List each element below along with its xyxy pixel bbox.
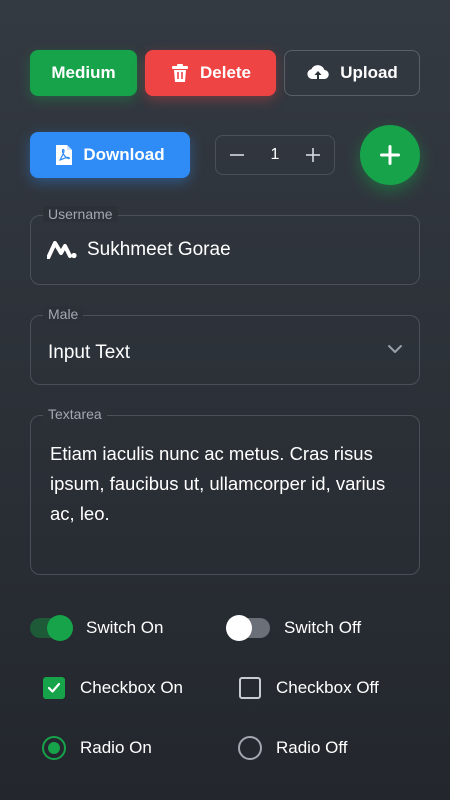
textarea-field[interactable]: Textarea Etiam iaculis nunc ac metus. Cr… (30, 406, 420, 575)
switch-off-toggle[interactable] (226, 615, 270, 641)
plus-icon (306, 148, 320, 162)
switch-on-row: Switch On (30, 615, 164, 641)
checkbox-off-label: Checkbox Off (276, 678, 379, 697)
trash-icon (171, 64, 188, 82)
delete-button-label: Delete (199, 63, 252, 82)
switch-on-label: Switch On (86, 618, 164, 637)
switch-on-toggle[interactable] (30, 615, 73, 641)
checkbox-on[interactable] (43, 677, 65, 699)
download-button[interactable]: Download (30, 132, 190, 178)
checkbox-off-row: Checkbox Off (239, 677, 379, 699)
brand-logo-icon (47, 241, 77, 259)
radio-on-row: Radio On (42, 736, 152, 760)
download-button-label: Download (83, 145, 165, 164)
chevron-down-icon (388, 345, 402, 353)
select-value: Input Text (48, 342, 131, 363)
switch-off-label: Switch Off (284, 618, 362, 637)
select-field-legend: Male (43, 306, 84, 322)
textarea-field-legend: Textarea (43, 406, 107, 422)
checkmark-icon (47, 682, 61, 693)
stepper-decrement-button[interactable] (226, 144, 248, 166)
radio-on-label: Radio On (80, 738, 152, 757)
radio-off-row: Radio Off (238, 736, 348, 760)
medium-button-label: Medium (51, 63, 116, 82)
checkbox-on-row: Checkbox On (43, 677, 183, 699)
cloud-upload-icon (307, 65, 329, 80)
username-field-legend: Username (43, 206, 118, 222)
switch-off-row: Switch Off (226, 615, 362, 641)
radio-off[interactable] (238, 736, 262, 760)
username-value: Sukhmeet Gorae (87, 239, 231, 260)
medium-button[interactable]: Medium (30, 50, 137, 96)
minus-icon (230, 154, 244, 156)
textarea-value: Etiam iaculis nunc ac metus. Cras risus … (50, 443, 386, 524)
radio-off-label: Radio Off (276, 738, 348, 757)
checkbox-off[interactable] (239, 677, 261, 699)
add-fab-button[interactable] (360, 125, 420, 185)
plus-icon (380, 145, 400, 165)
delete-button[interactable]: Delete (145, 50, 276, 96)
gender-select[interactable]: Male Input Text (30, 306, 420, 385)
stepper-value: 1 (270, 146, 280, 163)
radio-on[interactable] (42, 736, 66, 760)
stepper-increment-button[interactable] (302, 144, 324, 166)
pdf-file-icon (56, 145, 73, 165)
quantity-stepper: 1 (215, 135, 335, 175)
username-field[interactable]: Username Sukhmeet Gorae (30, 206, 420, 285)
checkbox-on-label: Checkbox On (80, 678, 183, 697)
upload-button-label: Upload (340, 63, 398, 82)
upload-button[interactable]: Upload (284, 50, 420, 96)
